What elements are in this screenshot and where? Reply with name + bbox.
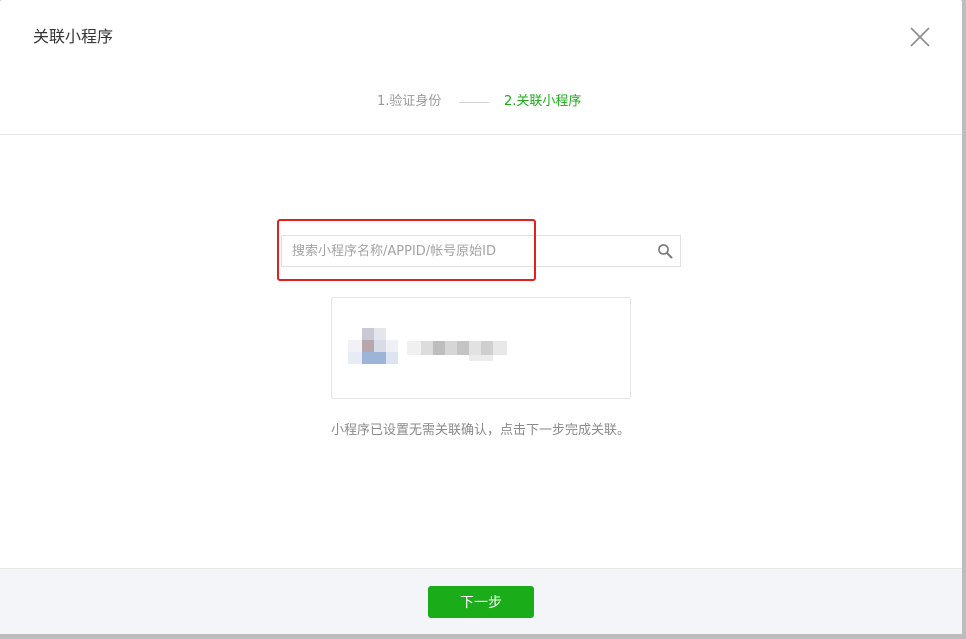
step-verify-identity: 1.验证身份 — [377, 94, 442, 109]
next-step-button[interactable]: 下一步 — [428, 586, 534, 618]
header-divider — [0, 134, 962, 135]
link-tip-text: 小程序已设置无需关联确认，点击下一步完成关联。 — [331, 423, 631, 438]
step-indicator: 1.验证身份 2.关联小程序 — [0, 92, 962, 112]
link-mini-program-dialog: 关联小程序 1.验证身份 2.关联小程序 搜索小程序名称/APPID/帐号原始I… — [0, 0, 962, 634]
mini-program-avatar — [348, 328, 398, 366]
search-icon[interactable] — [657, 243, 673, 259]
dialog-title: 关联小程序 — [33, 27, 114, 46]
close-button[interactable] — [906, 24, 934, 52]
step-link-mini-program: 2.关联小程序 — [504, 94, 582, 109]
step-connector — [459, 102, 489, 103]
close-icon — [910, 27, 930, 47]
highlight-annotation — [277, 219, 536, 281]
search-result-card[interactable] — [331, 297, 631, 399]
dialog-footer: 下一步 — [0, 568, 962, 634]
mini-program-name — [407, 341, 507, 361]
